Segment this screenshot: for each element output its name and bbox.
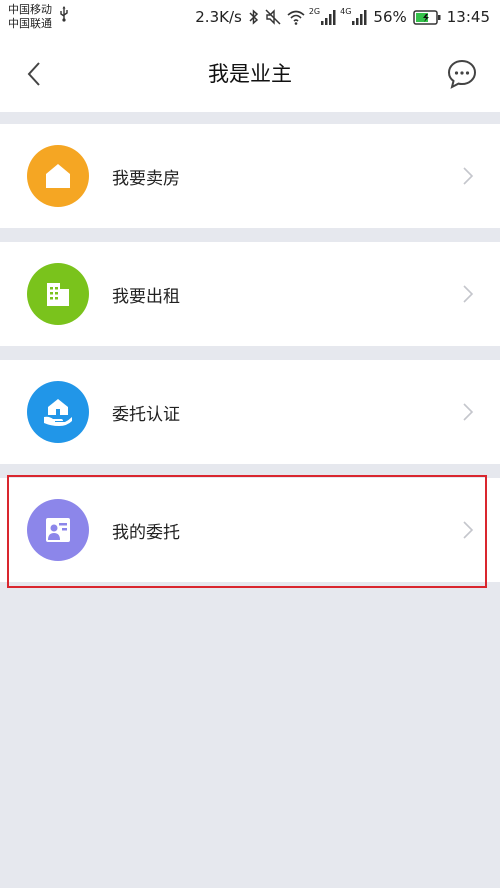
clock: 13:45 (446, 8, 490, 26)
building-icon (47, 283, 69, 306)
hand-house-icon (44, 399, 72, 426)
house-icon (46, 164, 70, 188)
chevron-right-icon (463, 167, 474, 185)
chevron-right-icon (463, 403, 474, 421)
menu-item-rent-out[interactable]: 我要出租 (0, 242, 500, 346)
menu-item-label: 我要出租 (112, 287, 180, 307)
menu-item-entrust-verify[interactable]: 委托认证 (0, 360, 500, 464)
menu-item-label: 我的委托 (112, 523, 180, 543)
menu-item-my-entrust[interactable]: 我的委托 (0, 478, 500, 582)
chat-bubble-icon (447, 59, 477, 89)
net-type-1: 2G (308, 6, 321, 16)
status-indicators: 2.3K/s 2G 4G 56% 13:45 (195, 6, 490, 28)
status-bar: 中国移动 中国联通 2.3K/s 2G 4G 56% 13:45 (0, 0, 500, 36)
message-button[interactable] (446, 58, 478, 90)
menu-item-label: 我要卖房 (112, 169, 180, 189)
carrier-label-1: 中国移动 (8, 3, 52, 16)
net-type-2: 4G (340, 6, 352, 16)
id-card-icon (46, 518, 70, 542)
battery-icon (413, 9, 441, 25)
bluetooth-icon (249, 9, 258, 25)
nav-bar: 我是业主 (0, 36, 500, 112)
page-title: 我是业主 (208, 62, 292, 86)
sell-house-icon-circle (27, 145, 89, 207)
menu-item-label: 委托认证 (112, 405, 180, 425)
entrust-verify-icon-circle (27, 381, 89, 443)
rent-out-icon-circle (27, 263, 89, 325)
menu-item-sell-house[interactable]: 我要卖房 (0, 124, 500, 228)
chevron-right-icon (463, 521, 474, 539)
usb-icon (60, 6, 68, 22)
carrier-label-2: 中国联通 (8, 17, 52, 30)
chevron-right-icon (463, 285, 474, 303)
mute-icon (265, 9, 281, 25)
signal-icon-2 (352, 9, 367, 25)
signal-icon-1 (321, 9, 336, 25)
my-entrust-icon-circle (27, 499, 89, 561)
wifi-icon (287, 10, 305, 25)
battery-percent: 56% (373, 8, 407, 26)
net-speed: 2.3K/s (195, 8, 242, 26)
